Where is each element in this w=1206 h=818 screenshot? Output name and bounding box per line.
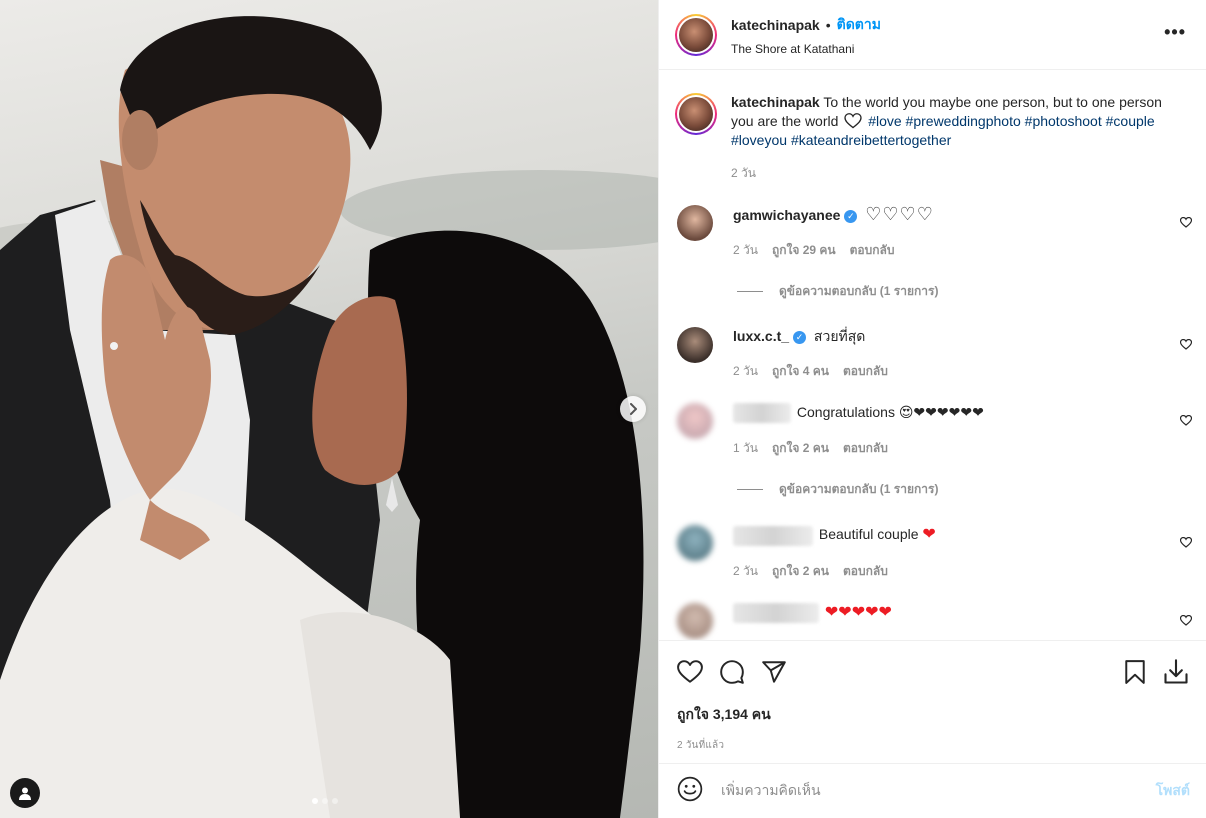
- commenter-avatar[interactable]: [677, 525, 713, 562]
- like-button[interactable]: [677, 660, 703, 684]
- comment-item: Beautiful couple ❤ 2 วัน ถูกใจ 2 คน ตอบก…: [659, 525, 1206, 580]
- comment-icon: [720, 660, 744, 684]
- caption-time[interactable]: 2 วัน: [731, 164, 1171, 183]
- comment-item: luxx.c.t_ ✓ สวยที่สุด 2 วัน ถูกใจ 4 คน ตอ…: [659, 327, 1206, 381]
- replies-divider: [737, 291, 763, 292]
- comment-item: gamwichayanee ✓ ♡♡♡♡ 2 วัน ถูกใจ 29 คน ตอ…: [659, 205, 1206, 260]
- view-replies-label: ดูข้อความตอบกลับ (1 รายการ): [779, 284, 939, 298]
- comment-item: Congratulations 😍❤❤❤❤❤❤ 1 วัน ถูกใจ 2 คน…: [659, 403, 1206, 458]
- photo-scene: [0, 16, 658, 818]
- bookmark-icon: [1125, 660, 1145, 684]
- commenter-avatar[interactable]: [677, 205, 713, 241]
- download-icon: [1164, 659, 1188, 684]
- commenter-username[interactable]: gamwichayanee: [733, 207, 840, 223]
- replies-divider: [737, 489, 763, 491]
- comment-time[interactable]: 1 วัน: [733, 439, 758, 458]
- caption-avatar[interactable]: [675, 93, 717, 135]
- verified-badge-icon: ✓: [844, 209, 858, 223]
- next-photo-button[interactable]: [620, 396, 646, 422]
- comment-time[interactable]: 2 วัน: [733, 562, 758, 581]
- post-side-panel: katechinapak • ติดตาม The Shore at Katat…: [658, 0, 1206, 818]
- comment-button[interactable]: [719, 659, 745, 685]
- caption-username[interactable]: katechinapak: [731, 94, 820, 110]
- comment-like-icon[interactable]: [1180, 614, 1192, 626]
- view-replies-button[interactable]: ดูข้อความตอบกลับ (1 รายการ): [737, 282, 1206, 301]
- more-options-button[interactable]: •••: [1164, 22, 1186, 43]
- emoji-icon: [677, 776, 703, 801]
- comment-input[interactable]: เพิ่มความคิดเห็น: [721, 780, 1156, 802]
- comment-time[interactable]: 2 วัน: [733, 241, 758, 260]
- comment-like-icon[interactable]: [1180, 339, 1192, 350]
- heart-emoji: ❤: [922, 526, 936, 544]
- view-replies-button[interactable]: ดูข้อความตอบกลับ (1 รายการ): [737, 480, 1206, 499]
- carousel-dot: [312, 798, 318, 804]
- post-comment-button[interactable]: โพสต์: [1156, 780, 1190, 802]
- comment-likes[interactable]: ถูกใจ 2 คน: [772, 439, 829, 458]
- hashtag-link[interactable]: #loveyou: [731, 132, 787, 148]
- chevron-right-icon: [630, 403, 637, 415]
- post-timestamp[interactable]: 2 วันที่แล้ว: [659, 726, 1206, 753]
- user-tag-icon: [19, 787, 31, 800]
- comment-composer: เพิ่มความคิดเห็น โพสต์: [659, 763, 1206, 818]
- follow-button[interactable]: ติดตาม: [837, 14, 881, 36]
- author-username[interactable]: katechinapak: [731, 17, 820, 33]
- emoji-button[interactable]: [677, 776, 703, 807]
- comment-likes[interactable]: ถูกใจ 4 คน: [772, 362, 829, 381]
- hashtag-link[interactable]: #love: [868, 113, 901, 129]
- comment-text: ❤❤❤❤❤: [824, 603, 892, 621]
- commenter-avatar[interactable]: [677, 403, 713, 439]
- post-header: katechinapak • ติดตาม The Shore at Katat…: [659, 0, 1206, 70]
- separator-dot: •: [825, 16, 831, 33]
- hashtag-link[interactable]: #photoshoot: [1025, 113, 1102, 129]
- comment-time[interactable]: 2 วัน: [733, 362, 758, 381]
- blurred-username[interactable]: [733, 403, 791, 424]
- commenter-username[interactable]: luxx.c.t_: [733, 328, 789, 344]
- carousel-dot: [322, 798, 328, 804]
- reply-button[interactable]: ตอบกลับ: [843, 562, 888, 581]
- share-button[interactable]: [761, 660, 787, 684]
- heart-icon: [677, 660, 703, 683]
- comment-likes[interactable]: ถูกใจ 2 คน: [772, 562, 829, 581]
- comment-text: สวยที่สุด: [813, 328, 866, 344]
- comment-text: Congratulations 😍❤❤❤❤❤❤: [796, 404, 984, 420]
- post-actions: ถูกใจ 3,194 คน 2 วันที่แล้ว: [659, 642, 1206, 753]
- comment-likes[interactable]: ถูกใจ 29 คน: [772, 241, 836, 260]
- post-location[interactable]: The Shore at Katathani: [731, 42, 881, 56]
- reply-button[interactable]: ตอบกลับ: [850, 241, 895, 260]
- verified-badge-icon: ✓: [793, 330, 807, 344]
- save-button[interactable]: [1124, 660, 1146, 684]
- post-caption: katechinapak To the world you maybe one …: [659, 71, 1206, 183]
- comments-list[interactable]: katechinapak To the world you maybe one …: [659, 71, 1206, 641]
- comment-like-icon[interactable]: [1180, 537, 1192, 549]
- reply-button[interactable]: ตอบกลับ: [843, 362, 888, 381]
- carousel-dot: [332, 798, 338, 804]
- download-button[interactable]: [1162, 658, 1190, 686]
- hashtag-link[interactable]: #couple: [1106, 113, 1155, 129]
- reply-button[interactable]: ตอบกลับ: [843, 439, 888, 458]
- comment-like-icon[interactable]: [1180, 415, 1192, 426]
- blurred-username[interactable]: [733, 525, 813, 546]
- heart-outline-emoji-icon: [844, 113, 862, 129]
- view-replies-label: ดูข้อความตอบกลับ (1 รายการ): [779, 482, 939, 497]
- comment-like-icon[interactable]: [1180, 217, 1192, 228]
- comment-item: ❤❤❤❤❤: [659, 602, 1206, 639]
- comment-text: ♡♡♡♡: [865, 204, 934, 224]
- comment-text: Beautiful couple: [818, 526, 919, 543]
- commenter-avatar[interactable]: [677, 327, 713, 363]
- share-icon: [762, 661, 786, 683]
- like-count[interactable]: ถูกใจ 3,194 คน: [659, 688, 1206, 726]
- author-avatar[interactable]: [675, 13, 717, 56]
- hashtag-link[interactable]: #kateandreibettertogether: [791, 132, 951, 148]
- commenter-avatar[interactable]: [677, 602, 713, 639]
- tagged-users-button[interactable]: [10, 778, 40, 808]
- hashtag-link[interactable]: #preweddingphoto: [906, 113, 1021, 129]
- post-photo[interactable]: [0, 0, 658, 818]
- carousel-dots: [312, 798, 338, 804]
- blurred-username[interactable]: [733, 602, 819, 623]
